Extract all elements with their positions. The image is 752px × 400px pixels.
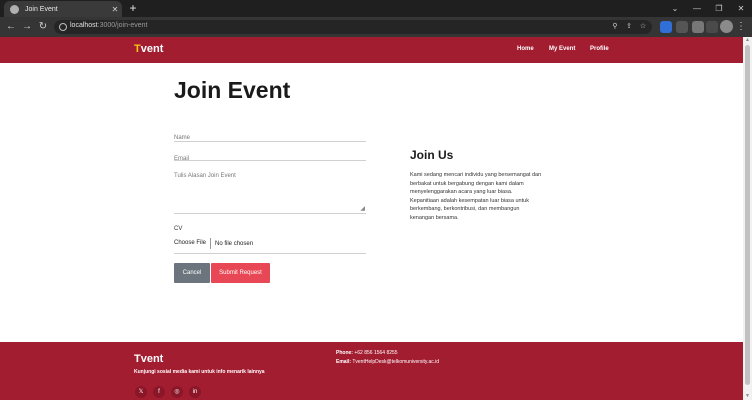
profile-avatar[interactable]: [720, 20, 733, 33]
join-us-heading: Join Us: [410, 148, 454, 162]
x-icon[interactable]: 𝕏: [135, 386, 147, 398]
site-logo[interactable]: Tvent: [134, 43, 163, 55]
browser-toolbar: ← → ↻ localhost:3000/join-event ⚲ ⇪ ☆ ⋮: [0, 17, 752, 37]
nav-link-home[interactable]: Home: [517, 46, 534, 52]
address-bar[interactable]: localhost:3000/join-event ⚲ ⇪ ☆: [54, 20, 652, 34]
scrollbar-thumb[interactable]: [745, 45, 750, 385]
page-scrollbar[interactable]: ▲ ▼: [743, 37, 752, 400]
new-tab-button[interactable]: +: [126, 1, 140, 16]
name-placeholder: Name: [174, 135, 191, 141]
nav-link-my-event[interactable]: My Event: [549, 46, 575, 52]
footer-email: Email: TventHelpDesk@telkomuniversity.ac…: [336, 359, 440, 365]
tab-search-icon[interactable]: ⌄: [664, 0, 686, 17]
scroll-down-icon[interactable]: ▼: [744, 393, 751, 400]
site-navbar: Tvent Home My Event Profile: [0, 37, 743, 63]
footer-phone: Phone: +62 856 1564 8255: [336, 350, 398, 356]
bookmark-star-icon[interactable]: ☆: [638, 22, 648, 32]
cancel-button[interactable]: Cancel: [174, 263, 210, 283]
site-footer: Tvent Kunjungi sosial media kami untuk i…: [0, 342, 743, 400]
cv-label: CV: [174, 226, 183, 232]
reload-icon[interactable]: ↻: [36, 20, 50, 34]
name-field[interactable]: Name: [174, 126, 366, 142]
join-us-description: Kami sedang mencari individu yang bersem…: [410, 172, 542, 221]
email-field[interactable]: Email: [174, 147, 366, 162]
browser-tab-bar: Join Event ✕ + ⌄ — ❐ ✕: [0, 0, 752, 17]
instagram-icon[interactable]: ◎: [171, 386, 183, 398]
email-placeholder: Email: [174, 156, 190, 162]
share-icon[interactable]: ⇪: [624, 22, 634, 32]
page-title: Join Event: [174, 77, 291, 103]
url-text: localhost:3000/join-event: [70, 22, 148, 29]
zoom-icon[interactable]: ⚲: [610, 22, 620, 32]
tab-close-icon[interactable]: ✕: [108, 5, 122, 14]
browser-menu-icon[interactable]: ⋮: [736, 20, 746, 33]
linkedin-icon[interactable]: in: [189, 386, 201, 398]
extension-icon[interactable]: [660, 21, 672, 33]
scroll-up-icon[interactable]: ▲: [744, 37, 751, 44]
submit-request-button[interactable]: Submit Request: [211, 263, 270, 283]
footer-brand: Tvent: [134, 353, 164, 365]
back-icon[interactable]: ←: [4, 20, 18, 34]
forward-icon[interactable]: →: [20, 20, 34, 34]
choose-file-button[interactable]: Choose File: [174, 238, 212, 249]
minimize-button[interactable]: —: [686, 0, 708, 17]
reason-placeholder: Tulis Alasan Join Event: [174, 173, 236, 179]
facebook-icon[interactable]: f: [153, 386, 165, 398]
nav-link-profile[interactable]: Profile: [590, 46, 609, 52]
file-status: No file chosen: [215, 240, 254, 247]
tab-title: Join Event: [25, 5, 58, 13]
cv-file-input[interactable]: Choose File No file chosen: [174, 234, 366, 254]
resize-grip-icon[interactable]: ◢: [360, 206, 365, 212]
browser-tab[interactable]: Join Event ✕: [4, 1, 122, 17]
restore-button[interactable]: ❐: [708, 0, 730, 17]
close-window-button[interactable]: ✕: [730, 0, 752, 17]
tab-favicon-icon: [10, 4, 19, 14]
reason-textarea[interactable]: Tulis Alasan Join Event ◢: [174, 164, 366, 214]
site-info-icon[interactable]: [59, 23, 67, 31]
reading-list-icon[interactable]: [692, 21, 704, 33]
footer-tagline: Kunjungi sosial media kami untuk info me…: [134, 369, 265, 375]
page-viewport: Tvent Home My Event Profile Join Event N…: [0, 37, 743, 400]
extensions-puzzle-icon[interactable]: [676, 21, 688, 33]
side-panel-icon[interactable]: [706, 21, 718, 33]
